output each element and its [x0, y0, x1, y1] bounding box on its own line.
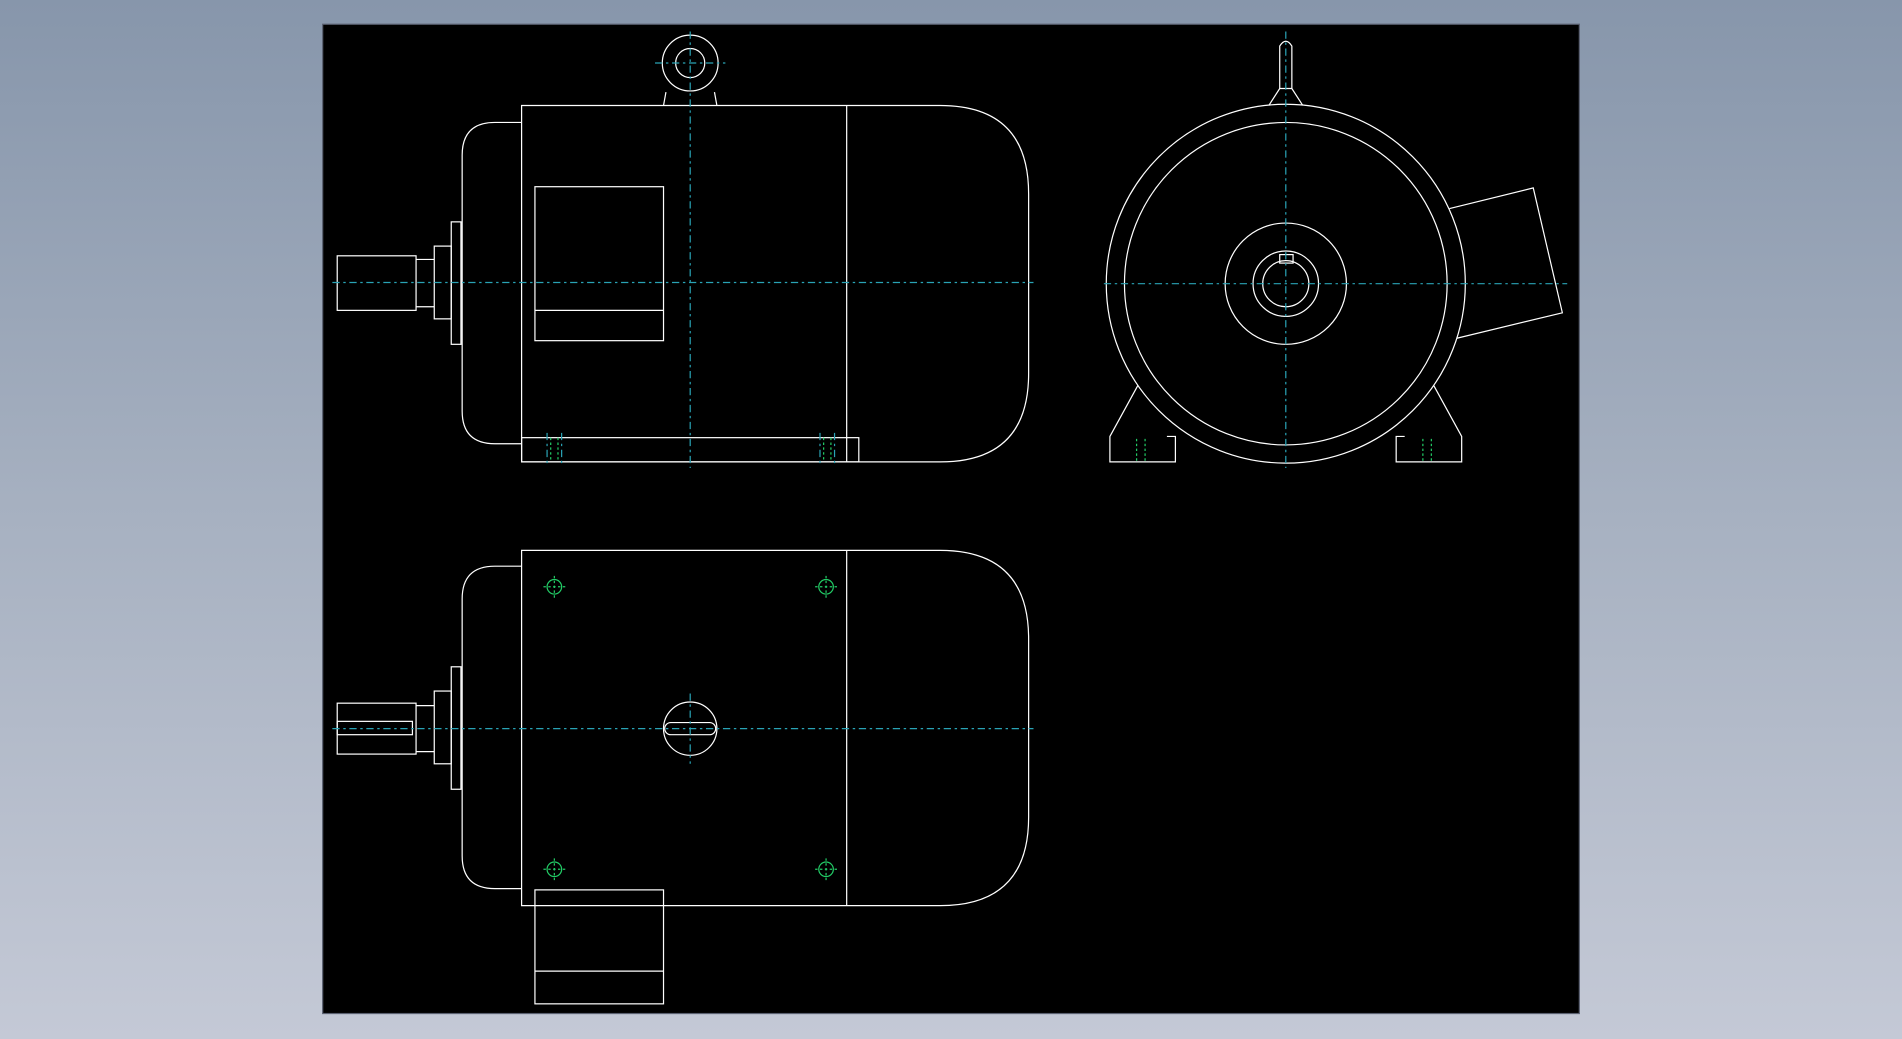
- cad-viewport[interactable]: [0, 0, 1902, 1039]
- drawing-sheet: [322, 23, 1580, 1015]
- drawing-canvas[interactable]: [0, 0, 1902, 1039]
